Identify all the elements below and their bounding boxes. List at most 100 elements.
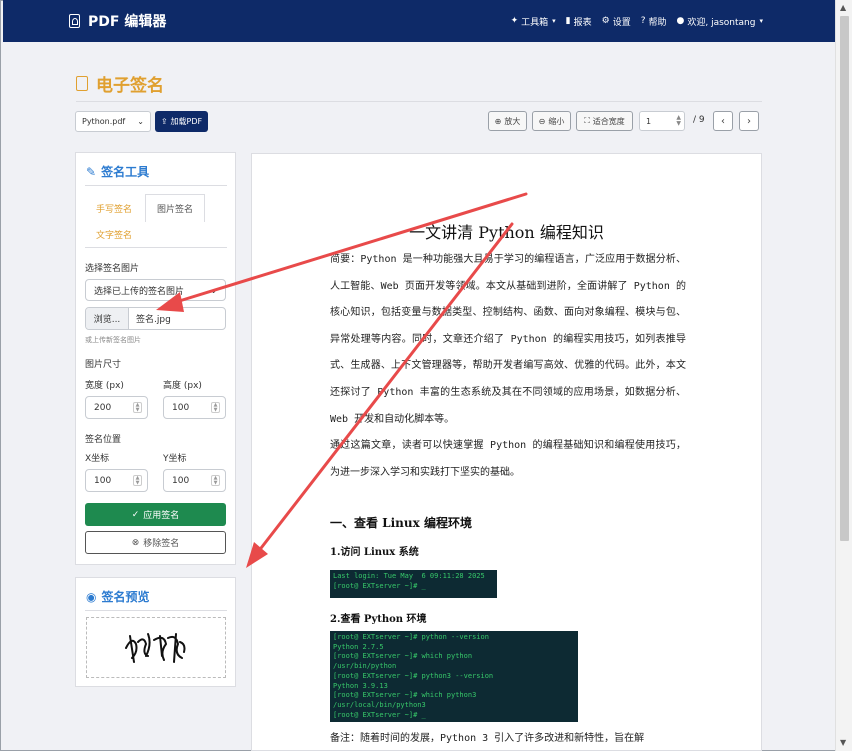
document-footnote: 备注：随着时间的发展，Python 3 引入了许多改进和新特性，旨在解	[330, 733, 645, 744]
question-circle-icon: ?	[640, 16, 646, 26]
chevron-left-icon: ‹	[721, 115, 725, 127]
stepper-icon[interactable]: ▲ ▼	[133, 475, 142, 486]
terminal-screenshot: Last login: Tue May 6 09:11:28 2025 [roo…	[330, 570, 497, 598]
tab-text-signature[interactable]: 文字签名	[96, 228, 132, 241]
remove-signature-button[interactable]: ⊗ 移除签名	[85, 531, 226, 554]
scrollbar-thumb[interactable]	[840, 16, 849, 541]
select-signature-label: 选择签名图片	[85, 264, 140, 274]
nav-settings-label: 设置	[612, 17, 631, 28]
divider	[85, 185, 227, 186]
height-value: 100	[172, 402, 190, 413]
load-pdf-label: 加载PDF	[170, 117, 203, 126]
page-scrollbar[interactable]: ▲ ▼	[835, 0, 852, 751]
apply-signature-button[interactable]: ✓ 应用签名	[85, 503, 226, 526]
stepper-icon[interactable]: ▲ ▼	[211, 475, 220, 486]
tab-image-label: 图片签名	[156, 205, 193, 215]
y-coordinate-label: Y坐标	[163, 454, 187, 464]
caret-down-icon: ▾	[552, 17, 556, 25]
nav-report[interactable]: ▮ 报表	[566, 15, 592, 28]
document-intro-paragraph: 简要：Python 是一种功能强大且易于学习的编程语言，广泛应用于数据分析、人工…	[330, 254, 686, 425]
top-navbar: PDF 编辑器 ✦ 工具箱 ▾ ▮ 报表 ⚙ 设置 ? 帮助 ● 欢迎, jas…	[3, 0, 835, 42]
zoom-in-icon: ⊕	[494, 116, 502, 126]
divider	[85, 247, 227, 248]
page-number-input[interactable]: 1 ▲ ▼	[639, 111, 685, 131]
nav-help[interactable]: ? 帮助	[641, 15, 667, 28]
next-page-button[interactable]: ›	[739, 111, 759, 131]
file-name-text: 签名.jpg	[136, 315, 171, 325]
load-pdf-button[interactable]: ⇪ 加载PDF	[155, 111, 208, 132]
y-coordinate-input[interactable]: 100 ▲ ▼	[163, 469, 226, 492]
document-title: 一文讲清 Python 编程知识	[409, 223, 604, 242]
document-body: 简要：Python 是一种功能强大且易于学习的编程语言，广泛应用于数据分析、人工…	[330, 247, 686, 486]
nav-help-label: 帮助	[648, 17, 667, 28]
x-value: 100	[94, 475, 112, 486]
selected-file-name: 签名.jpg	[129, 308, 171, 329]
stepper-icon[interactable]: ▲ ▼	[676, 115, 681, 127]
signature-tools-title: ✎ 签名工具	[86, 163, 149, 180]
tab-handwritten[interactable]: 手写签名	[96, 202, 132, 215]
remove-signature-label: 移除签名	[143, 539, 180, 549]
signature-image-select[interactable]: 选择已上传的签名图片 ⌄	[85, 279, 226, 301]
nav-user-label: 欢迎, jasontang	[687, 17, 756, 28]
zoom-out-button[interactable]: ⊖ 缩小	[532, 111, 571, 131]
gear-icon: ⚙	[601, 16, 610, 26]
signature-tools-title-text: 签名工具	[101, 165, 150, 179]
signature-image	[120, 622, 192, 673]
close-circle-icon: ⊗	[131, 537, 140, 548]
brand-label: PDF 编辑器	[88, 14, 167, 30]
scroll-down-arrow-icon[interactable]: ▼	[840, 738, 846, 747]
divider	[85, 610, 227, 611]
nav-report-label: 报表	[573, 17, 592, 28]
zoom-in-button[interactable]: ⊕ 放大	[488, 111, 527, 131]
file-select-value: Python.pdf	[82, 117, 126, 126]
upload-icon: ⇪	[160, 117, 168, 126]
expand-icon: ⛶	[584, 116, 590, 125]
signature-file-input[interactable]: 浏览... 签名.jpg	[85, 307, 226, 330]
pdf-document-page[interactable]: 一文讲清 Python 编程知识 简要：Python 是一种功能强大且易于学习的…	[251, 153, 762, 751]
width-input[interactable]: 200 ▲ ▼	[85, 396, 148, 419]
pdf-file-select[interactable]: Python.pdf ⌄	[75, 111, 151, 132]
nav-settings[interactable]: ⚙ 设置	[602, 15, 631, 28]
wrench-icon: ✦	[510, 16, 519, 26]
nav-user-menu[interactable]: ● 欢迎, jasontang ▾	[677, 15, 763, 28]
y-value: 100	[172, 475, 190, 486]
fit-width-label: 适合宽度	[592, 116, 625, 126]
signature-preview-title-text: 签名预览	[101, 590, 150, 604]
scroll-up-arrow-icon[interactable]: ▲	[840, 3, 846, 12]
stepper-icon[interactable]: ▲ ▼	[133, 402, 142, 413]
subsection-heading: 1.访问 Linux 系统	[330, 547, 419, 558]
check-circle-icon: ✓	[131, 509, 140, 520]
image-size-label: 图片尺寸	[85, 360, 122, 370]
x-coordinate-input[interactable]: 100 ▲ ▼	[85, 469, 148, 492]
apply-signature-label: 应用签名	[143, 511, 180, 521]
signature-preview-panel: ◉ 签名预览	[75, 577, 236, 687]
pdf-file-icon	[76, 76, 88, 91]
pdf-file-icon	[69, 14, 80, 28]
signature-tools-panel: ✎ 签名工具 手写签名 图片签名 文字签名 选择签名图片 选择已上传的签名图片 …	[75, 152, 236, 565]
eye-icon: ◉	[86, 589, 97, 604]
signature-preview-area	[86, 617, 226, 678]
pen-icon: ✎	[86, 164, 97, 179]
app-brand[interactable]: PDF 编辑器	[69, 11, 166, 31]
zoom-in-label: 放大	[504, 116, 521, 126]
upload-hint: 或上传新签名图片	[85, 336, 141, 344]
browse-button[interactable]: 浏览...	[86, 308, 129, 329]
page-title-text: 电子签名	[96, 76, 164, 96]
stepper-icon[interactable]: ▲ ▼	[211, 402, 220, 413]
height-input[interactable]: 100 ▲ ▼	[163, 396, 226, 419]
chevron-down-icon: ⌄	[210, 285, 217, 295]
caret-down-icon: ▾	[759, 17, 763, 25]
tab-image-signature[interactable]: 图片签名	[145, 194, 205, 222]
prev-page-button[interactable]: ‹	[713, 111, 733, 131]
nav-toolbox-menu[interactable]: ✦ 工具箱 ▾	[511, 15, 556, 28]
zoom-out-icon: ⊖	[538, 116, 546, 126]
height-label: 高度 (px)	[163, 381, 202, 391]
divider	[76, 101, 762, 102]
signature-select-value: 选择已上传的签名图片	[94, 286, 185, 297]
fit-width-button[interactable]: ⛶ 适合宽度	[576, 111, 633, 131]
subsection-heading: 2.查看 Python 环境	[330, 614, 427, 625]
signature-position-label: 签名位置	[85, 435, 122, 445]
zoom-out-label: 缩小	[548, 116, 565, 126]
section-heading: 一、查看 Linux 编程环境	[330, 516, 472, 530]
page-total: / 9	[693, 115, 705, 125]
